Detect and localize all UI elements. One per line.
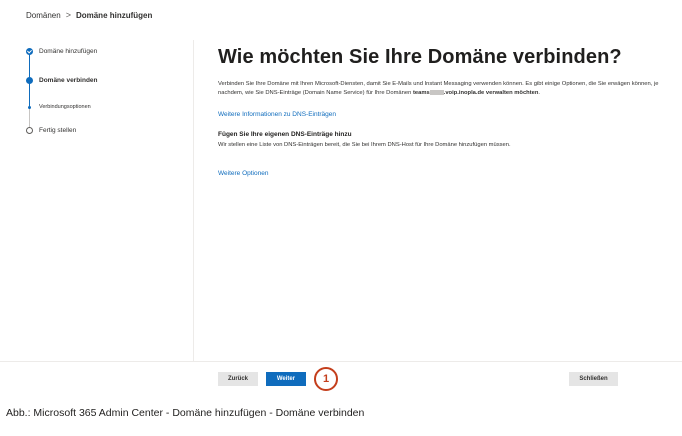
chevron-right-icon: > xyxy=(65,10,71,20)
step-label: Verbindungsoptionen xyxy=(39,104,91,110)
figure-caption: Abb.: Microsoft 365 Admin Center - Domän… xyxy=(6,407,365,419)
dns-info-link[interactable]: Weitere Informationen zu DNS-Einträgen xyxy=(218,111,668,118)
close-button[interactable]: Schließen xyxy=(569,372,618,386)
domain-name: teams .voip.inopla.de verwalten möchten xyxy=(412,89,539,96)
admin-center-panel: Domänen > Domäne hinzufügen Domäne hinzu… xyxy=(0,0,682,400)
section-text: Wir stellen eine Liste von DNS-Einträgen… xyxy=(218,142,511,148)
step-label: Fertig stellen xyxy=(39,127,77,134)
main-content: Wie möchten Sie Ihre Domäne verbinden? V… xyxy=(218,44,668,177)
current-step-icon xyxy=(26,77,33,84)
page-title: Wie möchten Sie Ihre Domäne verbinden? xyxy=(218,46,622,68)
next-button[interactable]: Weiter xyxy=(266,372,306,386)
step-connection-options[interactable]: Verbindungsoptionen xyxy=(26,104,91,110)
breadcrumb-domains-link[interactable]: Domänen xyxy=(26,11,61,20)
step-label: Domäne hinzufügen xyxy=(39,48,98,55)
domain-suffix: .voip.inopla.de verwalten möchten xyxy=(443,90,539,96)
intro-text: Verbinden Sie Ihre Domäne mit Ihren Micr… xyxy=(218,80,668,98)
wizard-footer: Zurück Weiter 1 Schließen xyxy=(0,361,682,393)
back-button[interactable]: Zurück xyxy=(218,372,258,386)
wizard-steps: Domäne hinzufügen Domäne verbinden Verbi… xyxy=(18,40,194,362)
breadcrumb-current: Domäne hinzufügen xyxy=(75,10,153,20)
check-circle-icon xyxy=(26,48,33,55)
intro-end: . xyxy=(538,90,541,96)
substep-dot-icon xyxy=(28,105,31,109)
domain-prefix: teams xyxy=(412,90,430,96)
section-heading: Fügen Sie Ihre eigenen DNS-Einträge hinz… xyxy=(218,131,352,138)
step-finish[interactable]: Fertig stellen xyxy=(26,127,76,134)
step-connect-domain[interactable]: Domäne verbinden xyxy=(26,77,98,84)
step-marker-badge: 1 xyxy=(314,367,338,391)
pending-circle-icon xyxy=(26,127,33,134)
redacted-block xyxy=(429,89,444,95)
step-label: Domäne verbinden xyxy=(39,77,98,84)
breadcrumb: Domänen > Domäne hinzufügen xyxy=(26,8,152,22)
more-options-link[interactable]: Weitere Optionen xyxy=(218,170,668,177)
step-add-domain[interactable]: Domäne hinzufügen xyxy=(26,48,97,55)
